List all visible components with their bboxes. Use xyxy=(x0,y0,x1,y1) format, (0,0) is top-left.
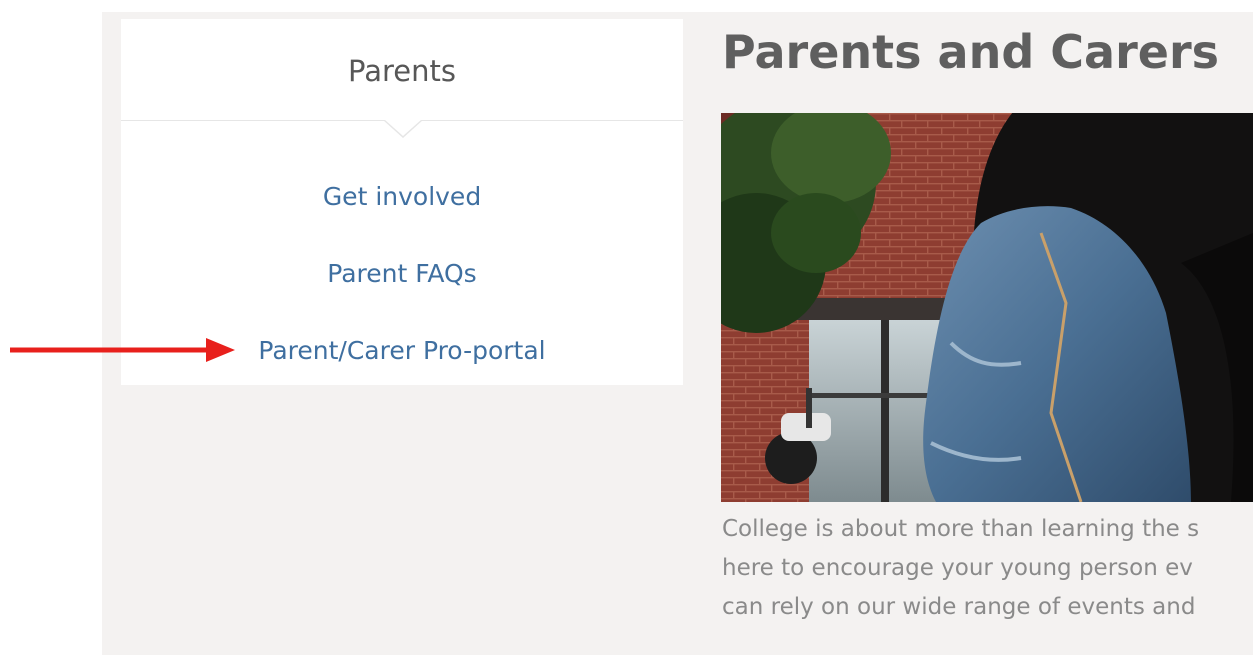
page-title: Parents and Carers xyxy=(722,25,1220,79)
header-notch-fill xyxy=(385,120,421,136)
sidebar-item-parent-faqs: Parent FAQs xyxy=(121,252,683,329)
parents-sidebar: Parents Get involved Parent FAQs Parent/… xyxy=(121,19,683,385)
intro-text: College is about more than learning the … xyxy=(722,510,1253,627)
arrow-head xyxy=(206,338,235,362)
intro-line: can rely on our wide range of events and xyxy=(722,594,1196,620)
sidebar-header: Parents xyxy=(121,19,683,121)
parent-faqs-link[interactable]: Parent FAQs xyxy=(121,252,683,329)
sidebar-item-get-involved: Get involved xyxy=(121,175,683,252)
intro-line: here to encourage your young person ev xyxy=(722,555,1193,581)
get-involved-link[interactable]: Get involved xyxy=(121,175,683,252)
sidebar-title: Parents xyxy=(348,54,456,88)
sidebar-nav: Get involved Parent FAQs Parent/Carer Pr… xyxy=(121,175,683,406)
hero-image xyxy=(721,113,1253,502)
intro-line: College is about more than learning the … xyxy=(722,516,1200,542)
student-photo xyxy=(721,113,1253,502)
annotation-arrow-icon xyxy=(10,338,235,362)
